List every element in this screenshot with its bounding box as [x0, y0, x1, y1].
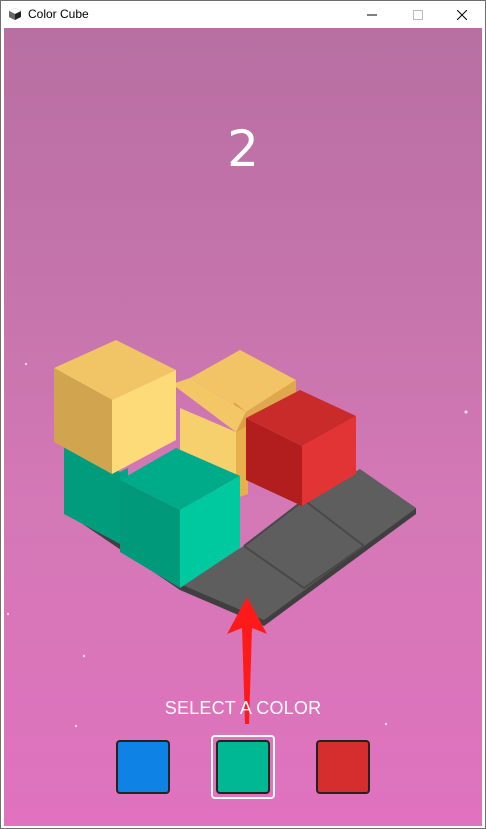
close-button[interactable]	[439, 1, 485, 28]
color-swatch-blue[interactable]	[116, 740, 170, 794]
sparkle	[74, 724, 78, 728]
sparkle	[82, 654, 86, 658]
sparkle	[464, 410, 468, 414]
sparkle	[384, 722, 388, 726]
minimize-button[interactable]	[349, 1, 395, 28]
select-color-prompt: SELECT A COLOR	[164, 698, 322, 718]
close-icon	[457, 9, 467, 20]
color-swatch-red[interactable]	[316, 740, 370, 794]
game-viewport[interactable]: 2 SELECT A COLOR	[4, 28, 482, 826]
window-title: Color Cube	[28, 7, 89, 21]
app-icon	[9, 8, 21, 20]
maximize-icon	[413, 9, 423, 20]
sparkle	[6, 612, 10, 616]
title-bar[interactable]: Color Cube	[1, 1, 485, 28]
sparkle	[24, 362, 28, 366]
color-swatch-green[interactable]	[216, 740, 270, 794]
minimize-icon	[367, 14, 377, 15]
app-window: Color Cube 2 SELECT A COLOR	[0, 0, 486, 829]
maximize-button[interactable]	[395, 1, 441, 28]
